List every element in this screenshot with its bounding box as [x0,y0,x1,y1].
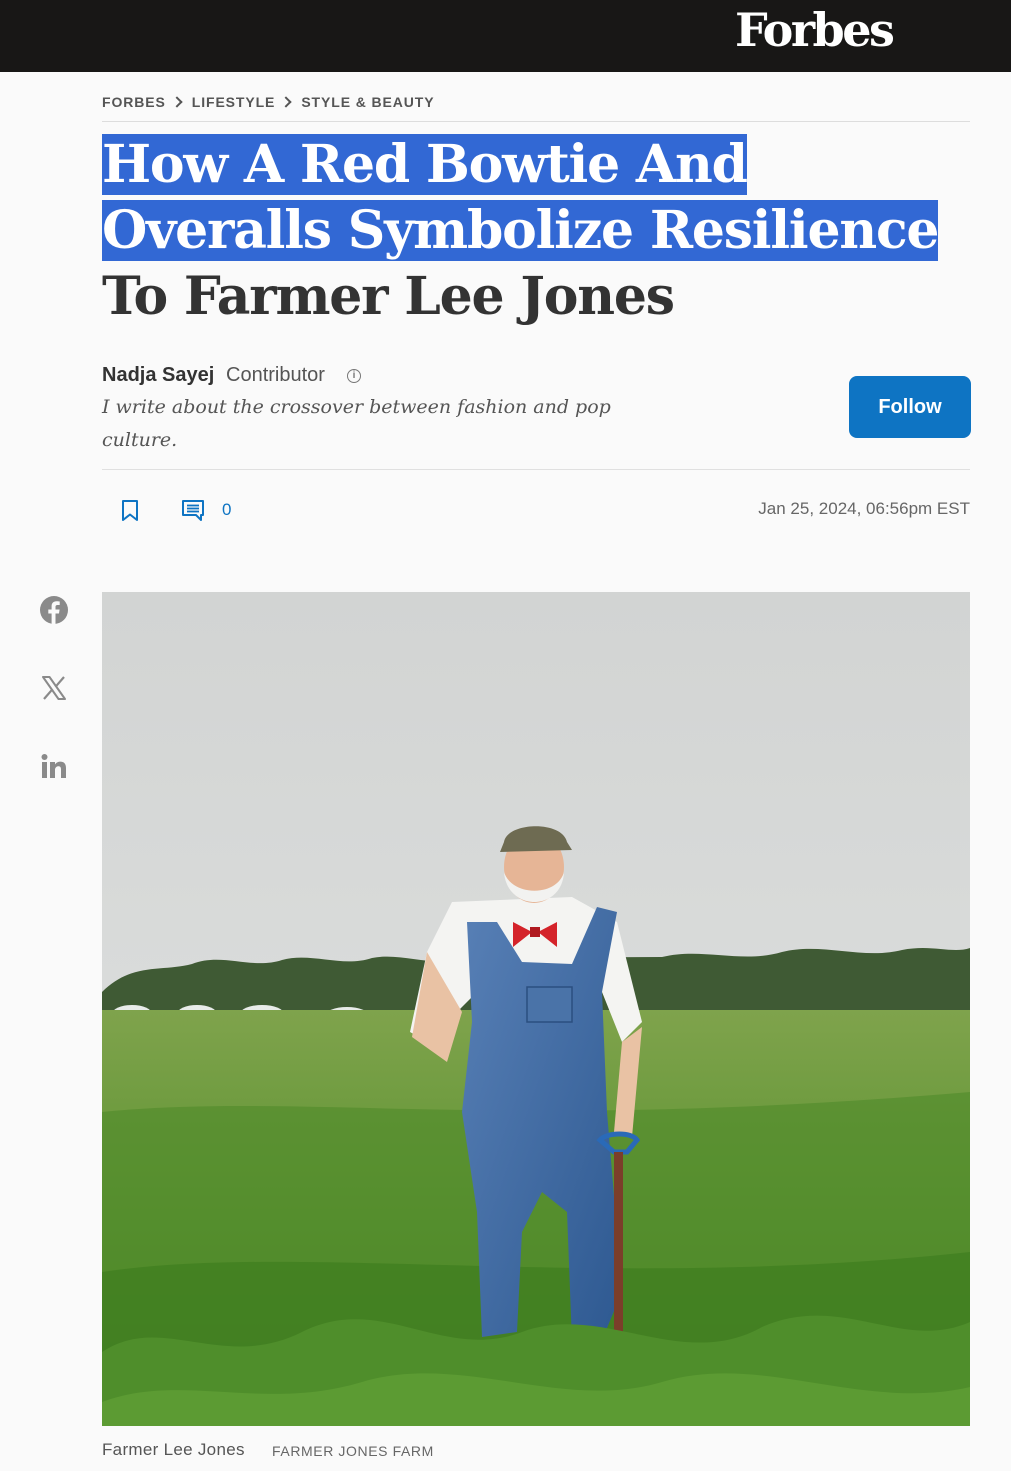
follow-button[interactable]: Follow [849,376,971,438]
info-icon[interactable]: i [347,369,361,383]
image-credit: FARMER JONES FARM [272,1443,434,1459]
x-icon[interactable] [38,672,70,704]
divider [102,121,970,122]
headline-text: To Farmer Lee Jones [102,266,675,327]
bookmark-icon[interactable] [120,499,140,523]
chevron-right-icon [171,96,183,108]
comment-count[interactable]: 0 [222,500,231,520]
author-name[interactable]: Nadja Sayej [102,364,214,387]
article-headline: How A Red Bowtie And Overalls Symbolize … [102,132,972,330]
forbes-logo[interactable]: Forbes [735,2,895,58]
breadcrumb-item-lifestyle[interactable]: LIFESTYLE [192,94,276,110]
facebook-icon[interactable] [38,594,70,626]
hero-image [102,592,970,1426]
divider [102,469,970,470]
author-role: Contributor [226,364,325,386]
publish-timestamp: Jan 25, 2024, 06:56pm EST [758,499,970,518]
author-bio: I write about the crossover between fash… [102,396,611,451]
chevron-right-icon [280,96,292,108]
image-caption: Farmer Lee Jones [102,1440,245,1459]
breadcrumb-item-forbes[interactable]: FORBES [102,94,166,110]
selected-headline-text[interactable]: How A Red Bowtie And Overalls Symbolize … [102,134,940,261]
top-navigation-bar: Forbes [0,0,1011,72]
breadcrumb: FORBES LIFESTYLE STYLE & BEAUTY [102,94,434,110]
breadcrumb-item-style-beauty[interactable]: STYLE & BEAUTY [301,94,434,110]
comment-icon[interactable] [181,498,205,522]
linkedin-icon[interactable] [38,751,70,783]
